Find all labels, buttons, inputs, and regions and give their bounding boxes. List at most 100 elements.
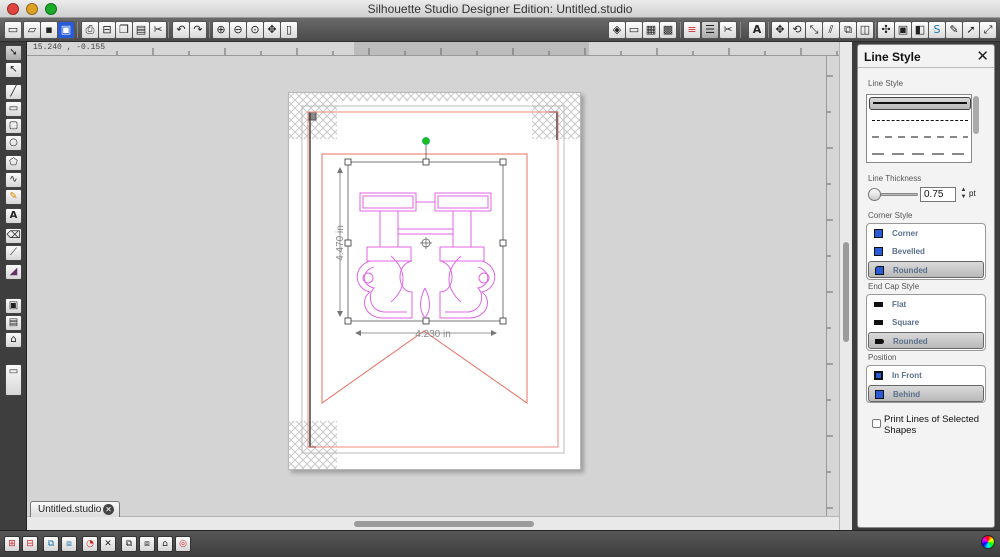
scale-icon[interactable]: ⤡ xyxy=(805,21,823,39)
close-tab-icon[interactable]: ✕ xyxy=(103,504,114,515)
undo-icon[interactable]: ↶ xyxy=(172,21,190,39)
position-option-in-front[interactable]: In Front xyxy=(868,367,984,384)
line-style-icon[interactable]: ☰ xyxy=(701,21,719,39)
show-library-icon[interactable]: ▣ xyxy=(5,298,22,314)
position-label: Position xyxy=(868,353,897,362)
print-cut-icon[interactable]: ⊟ xyxy=(98,21,116,39)
line-option-long-dash[interactable] xyxy=(869,148,971,161)
fullscreen-icon[interactable]: ⤢ xyxy=(979,21,997,39)
color-wheel-icon[interactable] xyxy=(981,535,995,549)
offset-icon[interactable]: ◫ xyxy=(856,21,874,39)
corner-option-bevelled[interactable]: Bevelled xyxy=(868,243,984,260)
redo-icon[interactable]: ↷ xyxy=(189,21,207,39)
release-compound-icon[interactable]: ⧈ xyxy=(61,536,77,552)
shear-icon[interactable]: ⫽ xyxy=(822,21,840,39)
target-icon[interactable]: ◎ xyxy=(175,536,191,552)
replicate-icon[interactable]: ⧉ xyxy=(839,21,857,39)
freehand-tool-icon[interactable]: ✎ xyxy=(5,189,22,205)
thickness-stepper[interactable]: ▲ ▼ xyxy=(960,187,967,202)
position-option-behind[interactable]: Behind xyxy=(868,385,984,402)
horizontal-scrollbar[interactable] xyxy=(27,516,839,530)
lock-icon[interactable]: ⌂ xyxy=(157,536,173,552)
page-setup-icon[interactable]: ▭ xyxy=(625,21,643,39)
show-store-icon[interactable]: ▤ xyxy=(5,315,22,331)
corner-icon xyxy=(874,229,883,238)
edit-pencil-icon[interactable]: ✎ xyxy=(945,21,963,39)
fill-paint-icon[interactable]: ◢ xyxy=(5,264,22,280)
bring-to-front-icon[interactable]: ⧉ xyxy=(121,536,137,552)
eraser-tool-icon[interactable]: ⌫ xyxy=(5,228,22,244)
line-option-fine-dash[interactable] xyxy=(869,114,971,127)
open-folder-icon[interactable]: ▱ xyxy=(23,21,41,39)
polygon-tool-icon[interactable]: ⬠ xyxy=(5,155,22,171)
end-cap-style-label: End Cap Style xyxy=(868,282,920,291)
zoom-out-icon[interactable]: ⊖ xyxy=(229,21,247,39)
document-tab[interactable]: Untitled.studio ✕ xyxy=(30,501,120,517)
print-icon[interactable]: ⎙ xyxy=(81,21,99,39)
cut-style-icon[interactable]: ✂ xyxy=(719,21,737,39)
close-panel-icon[interactable]: ✕ xyxy=(976,47,989,65)
thickness-slider-knob[interactable] xyxy=(868,188,881,201)
line-option-solid[interactable] xyxy=(869,97,971,110)
save-icon[interactable]: ▪ xyxy=(40,21,58,39)
window-icon[interactable]: ▭ xyxy=(5,364,22,396)
square-cap-icon xyxy=(874,320,883,325)
corner-option-corner[interactable]: Corner xyxy=(868,225,984,242)
media-icon[interactable]: ⌂ xyxy=(5,332,22,348)
zoom-in-icon[interactable]: ⊕ xyxy=(212,21,230,39)
endcap-option-rounded[interactable]: Rounded xyxy=(868,332,984,349)
rectangle-tool-icon[interactable]: ▭ xyxy=(5,101,22,117)
fit-to-page-icon[interactable]: ▯ xyxy=(280,21,298,39)
bottom-toolbar: ⊞ ⊟ ⧉ ⧈ ◔ ✕ ⧉ ⧈ ⌂ ◎ xyxy=(0,530,1000,557)
weld-icon[interactable]: ◔ xyxy=(82,536,98,552)
line-style-list[interactable] xyxy=(866,94,972,163)
design-canvas[interactable]: 4.470 in 4.230 in xyxy=(27,56,826,516)
line-tool-icon[interactable]: ╱ xyxy=(5,84,22,100)
make-compound-icon[interactable]: ⧉ xyxy=(43,536,59,552)
copy-icon[interactable]: ❐ xyxy=(115,21,133,39)
vertical-scroll-thumb[interactable] xyxy=(843,242,849,342)
corner-option-rounded[interactable]: Rounded xyxy=(868,261,984,278)
new-document-icon[interactable]: ▭ xyxy=(4,21,22,39)
paste-icon[interactable]: ▤ xyxy=(132,21,150,39)
store-icon[interactable]: S xyxy=(928,21,946,39)
grid-icon[interactable]: ▩ xyxy=(659,21,677,39)
line-style-scroll-thumb[interactable] xyxy=(973,96,979,134)
line-option-medium-dash[interactable] xyxy=(869,131,971,144)
transform-icon[interactable]: ✥ xyxy=(771,21,789,39)
cursor-coordinates: 15.240 , -0.155 xyxy=(33,43,106,52)
endcap-option-flat[interactable]: Flat xyxy=(868,296,984,313)
design-artwork[interactable]: 4.470 in 4.230 in xyxy=(27,56,826,516)
modify-icon[interactable]: ✣ xyxy=(877,21,895,39)
ungroup-icon[interactable]: ⊟ xyxy=(22,536,38,552)
knife-cut-icon[interactable]: ✕ xyxy=(100,536,116,552)
edit-points-icon[interactable]: ↖ xyxy=(5,62,22,78)
save-to-library-icon[interactable]: ▣ xyxy=(57,21,75,39)
rotate-icon[interactable]: ⟲ xyxy=(788,21,806,39)
pointer-icon[interactable]: ➚ xyxy=(962,21,980,39)
line-color-icon[interactable]: ≡ xyxy=(683,21,701,39)
text-style-icon[interactable]: A xyxy=(748,21,766,39)
thickness-input[interactable]: 0.75 xyxy=(920,187,956,202)
vertical-scrollbar[interactable] xyxy=(839,42,852,530)
zoom-select-icon[interactable]: ⊙ xyxy=(246,21,264,39)
send-to-back-icon[interactable]: ⧈ xyxy=(139,536,155,552)
horizontal-scroll-thumb[interactable] xyxy=(354,521,534,527)
cut-scissors-icon[interactable]: ✂ xyxy=(149,21,167,39)
send-to-silhouette-icon[interactable]: ◧ xyxy=(911,21,929,39)
print-lines-checkbox[interactable] xyxy=(872,419,881,428)
pan-hand-icon[interactable]: ✥ xyxy=(263,21,281,39)
select-pointer-icon[interactable]: ➘ xyxy=(5,45,22,61)
curve-tool-icon[interactable]: ∿ xyxy=(5,172,22,188)
thickness-slider[interactable] xyxy=(868,188,918,201)
fill-color-icon[interactable]: ◈ xyxy=(608,21,626,39)
rounded-rect-tool-icon[interactable]: ▢ xyxy=(5,118,22,134)
text-tool-icon[interactable]: A xyxy=(5,208,22,224)
in-front-icon xyxy=(874,371,883,380)
endcap-option-square[interactable]: Square xyxy=(868,314,984,331)
library-icon[interactable]: ▣ xyxy=(894,21,912,39)
ellipse-tool-icon[interactable]: ○ xyxy=(5,135,22,151)
group-icon[interactable]: ⊞ xyxy=(4,536,20,552)
registration-marks-icon[interactable]: ▦ xyxy=(642,21,660,39)
knife-tool-icon[interactable]: ⟋ xyxy=(5,245,22,261)
